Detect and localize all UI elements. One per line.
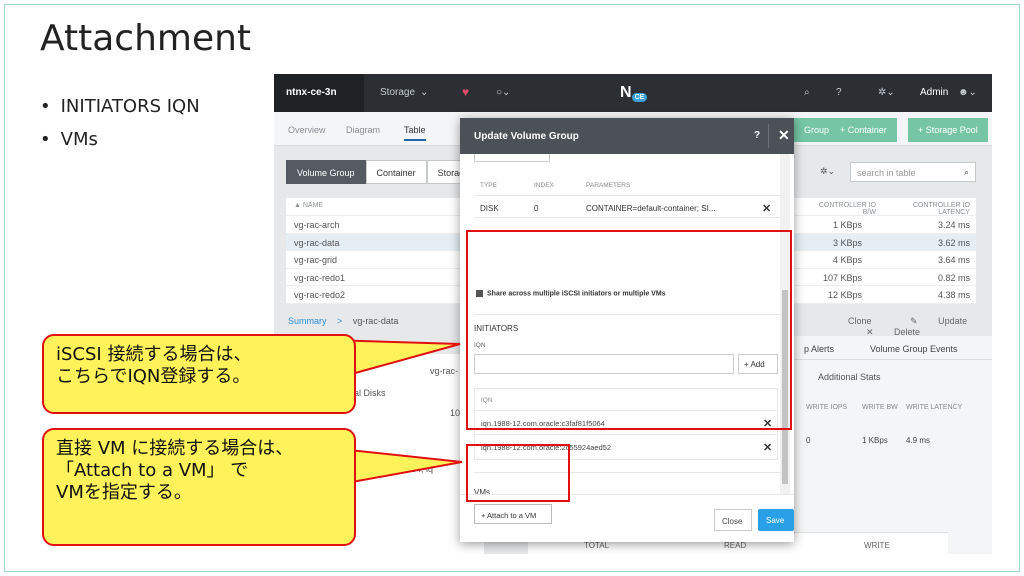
view-table[interactable]: Table — [404, 125, 426, 141]
search-input[interactable]: search in table ⌕ — [850, 162, 976, 182]
view-overview[interactable]: Overview — [288, 125, 326, 135]
summary-link[interactable]: Summary — [288, 316, 327, 326]
disk-row: DISK 0 CONTAINER=default-container; SI..… — [474, 196, 780, 218]
tab-total[interactable]: TOTAL — [584, 541, 609, 550]
row-actions: Clone ✎ Update ✕ Delete — [830, 316, 992, 338]
vms-highlight — [466, 444, 570, 502]
user-avatar-icon[interactable]: ☻⌄ — [958, 87, 977, 98]
top-bar: ntnx-ce-3n Storage ⌄ ♥ ○⌄ N CE ⌕ ? ✲⌄ Adm… — [274, 74, 992, 112]
help-icon[interactable]: ? — [836, 87, 842, 98]
disk-table-header: TYPE INDEX PARAMETERS — [474, 174, 780, 196]
dialog-title: Update Volume Group — [474, 131, 579, 142]
iscsi-callout: iSCSI 接続する場合は、 こちらでIQN登録する。 — [42, 334, 356, 414]
dialog-header: Update Volume Group ? ✕ — [460, 118, 794, 154]
stats-panel: p Alerts Volume Group Events Additional … — [794, 336, 992, 554]
tab-write[interactable]: WRITE — [864, 541, 890, 550]
breadcrumb: Summary > vg-rac-data — [288, 316, 399, 326]
alerts-circle-icon[interactable]: ○⌄ — [496, 87, 510, 98]
bullet-vms: VMs — [40, 129, 200, 150]
pencil-icon: ✎ — [910, 316, 921, 326]
add-storage-pool-button[interactable]: + Storage Pool — [908, 118, 988, 142]
cluster-name[interactable]: ntnx-ce-3n — [274, 74, 364, 112]
remove-iqn-icon[interactable]: ✕ — [763, 441, 772, 454]
tab-read[interactable]: READ — [724, 541, 746, 550]
remove-disk-icon[interactable]: ✕ — [762, 202, 771, 215]
vm-callout: 直接 VM に接続する場合は、 「Attach to a VM」 で VMを指定… — [42, 428, 356, 546]
nutanix-logo: N CE — [620, 84, 648, 102]
tab-alerts[interactable]: p Alerts — [804, 344, 834, 354]
user-menu[interactable]: Admin — [920, 87, 948, 98]
scrolled-button-stub[interactable] — [474, 154, 550, 162]
help-icon[interactable]: ? — [754, 130, 760, 141]
close-button[interactable]: Close — [714, 509, 752, 531]
view-diagram[interactable]: Diagram — [346, 125, 380, 135]
sort-up-icon: ▲ — [294, 202, 303, 209]
storage-menu[interactable]: Storage — [380, 87, 415, 98]
slide-bullets: INITIATORS IQN VMs — [40, 96, 200, 162]
tab-volume-group[interactable]: Volume Group — [286, 160, 366, 184]
storage-tabs: Volume Group Container Storag — [286, 160, 476, 184]
disk-table: TYPE INDEX PARAMETERS DISK 0 CONTAINER=d… — [474, 174, 780, 218]
summary-item: vg-rac-data — [352, 316, 399, 326]
chevron-down-icon[interactable]: ⌄ — [420, 87, 428, 98]
initiators-highlight — [466, 230, 792, 430]
tab-vg-events[interactable]: Volume Group Events — [870, 344, 958, 354]
table-settings-icon[interactable]: ✲⌄ — [820, 166, 835, 177]
health-heart-icon[interactable]: ♥ — [462, 85, 469, 99]
tab-container[interactable]: Container — [365, 160, 427, 184]
slide-title: Attachment — [40, 18, 252, 59]
close-icon[interactable]: ✕ — [778, 127, 790, 144]
clone-button[interactable]: Clone — [848, 316, 872, 326]
add-container-button[interactable]: + Container — [830, 118, 897, 142]
gear-icon[interactable]: ✲⌄ — [878, 87, 895, 98]
bullet-initiators: INITIATORS IQN — [40, 96, 200, 117]
save-button[interactable]: Save — [758, 509, 794, 531]
search-icon[interactable]: ⌕ — [804, 87, 810, 98]
update-button[interactable]: ✎ Update — [892, 316, 967, 326]
search-icon: ⌕ — [963, 167, 969, 177]
additional-stats-title: Additional Stats — [818, 372, 881, 382]
event-tabs: p Alerts Volume Group Events — [794, 336, 992, 360]
